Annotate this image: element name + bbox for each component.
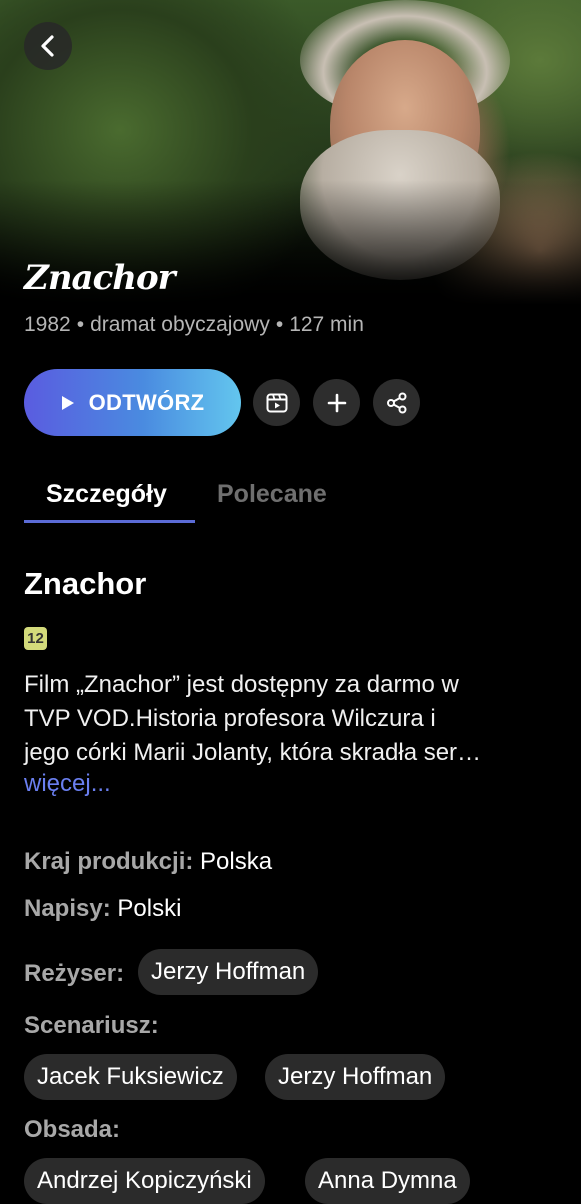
subtitles-label: Napisy: — [24, 895, 111, 922]
cast-label: Obsada: — [24, 1116, 120, 1144]
country-value: Polska — [200, 848, 273, 875]
director-label-text: Reżyser: — [24, 960, 125, 987]
play-icon — [61, 395, 74, 410]
details-title: Znachor — [24, 566, 147, 601]
meta-genre: dramat obyczajowy — [90, 313, 270, 336]
description-line: jego córki Marii Jolanty, która skradła … — [24, 739, 482, 766]
meta-separator: • — [275, 313, 284, 336]
more-link[interactable]: więcej... — [24, 770, 111, 798]
meta-year: 1982 — [24, 313, 71, 336]
cast-label-text: Obsada: — [24, 1116, 121, 1143]
country-info: Kraj produkcji: Polska — [24, 848, 272, 876]
screenplay-label-text: Scenariusz: — [24, 1012, 159, 1039]
director-chip[interactable]: Jerzy Hoffman — [138, 949, 319, 995]
age-rating-badge: 12 — [24, 627, 47, 650]
play-button-label: ODTWÓRZ — [88, 389, 205, 415]
tab-recommended[interactable]: Polecane — [217, 480, 327, 509]
director-label: Reżyser: — [24, 960, 124, 988]
active-tab-indicator — [24, 520, 195, 523]
add-to-list-button[interactable] — [313, 379, 360, 426]
meta-separator: • — [76, 313, 85, 336]
subtitles-info: Napisy: Polski — [24, 895, 181, 923]
meta-duration: 127 min — [289, 313, 364, 336]
screenwriter-chip[interactable]: Jacek Fuksiewicz — [24, 1054, 237, 1100]
subtitles-value: Polski — [117, 895, 182, 922]
plus-icon — [327, 393, 346, 412]
cast-chip[interactable]: Andrzej Kopiczyński — [24, 1158, 265, 1204]
play-button[interactable]: ODTWÓRZ — [24, 369, 241, 436]
country-label: Kraj produkcji: — [24, 848, 194, 875]
cast-chip[interactable]: Anna Dymna — [305, 1158, 470, 1204]
meta-line: 1982 • dramat obyczajowy • 127 min — [24, 313, 364, 337]
screenwriter-chip[interactable]: Jerzy Hoffman — [265, 1054, 446, 1100]
share-button[interactable] — [373, 379, 420, 426]
share-icon — [386, 392, 406, 413]
tab-bar: Szczegóły Polecane — [24, 476, 557, 524]
trailer-button[interactable] — [253, 379, 300, 426]
film-icon — [266, 393, 287, 412]
description-line: Film „Znachor” jest dostępny za darmo w — [24, 671, 459, 698]
chevron-left-icon — [41, 35, 54, 57]
screenplay-label: Scenariusz: — [24, 1012, 159, 1040]
description: Film „Znachor” jest dostępny za darmo w … — [24, 668, 557, 770]
tab-details[interactable]: Szczegóły — [46, 480, 167, 509]
description-line: TVP VOD.Historia profesora Wilczura i — [24, 705, 436, 732]
back-button[interactable] — [24, 22, 72, 70]
title-logo: Znachor — [24, 258, 176, 298]
